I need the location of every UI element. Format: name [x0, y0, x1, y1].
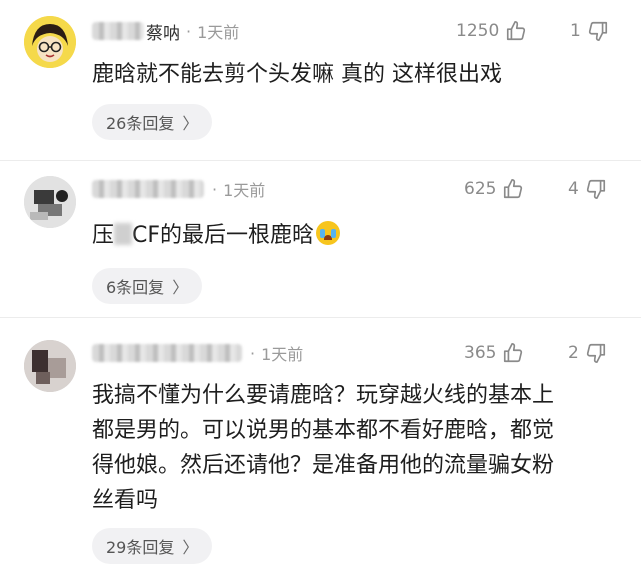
chevron-right-icon: 〉: [182, 114, 199, 133]
dislike-count: 1: [570, 21, 581, 41]
view-replies-button[interactable]: 26条回复 〉: [92, 104, 213, 140]
reply-count: 6条回复: [106, 278, 165, 297]
separator-dot: ·: [212, 179, 218, 199]
comment-2: · 1天前 625 4 压 CF的最后一根鹿晗 6条回复 〉: [0, 161, 641, 317]
dislike-button[interactable]: 2: [568, 340, 607, 366]
username[interactable]: 蔡呐: [146, 19, 180, 44]
like-button[interactable]: 365: [464, 340, 524, 366]
comment-text: 鹿晗就不能去剪个头发嘛 真的 这样很出戏: [92, 62, 502, 87]
separator-dot: ·: [186, 21, 192, 41]
comment-1: 蔡呐 · 1天前 1250 1 鹿晗就不能去剪个头发嘛 真的 这样很出戏 26条…: [0, 0, 641, 160]
reply-count: 29条回复: [106, 538, 175, 557]
thumbs-up-icon: [504, 179, 523, 199]
crying-face-emoji-icon: [316, 221, 341, 245]
thumbs-up-icon: [504, 343, 523, 363]
dislike-button[interactable]: 1: [570, 18, 609, 44]
like-count: 1250: [456, 21, 500, 41]
like-button[interactable]: 625: [464, 176, 524, 202]
separator-dot: ·: [250, 343, 256, 363]
thumbs-down-icon: [586, 179, 605, 199]
like-count: 365: [464, 343, 497, 363]
comment-meta: · 1天前: [92, 176, 265, 202]
dislike-count: 4: [568, 179, 579, 199]
comment-meta: 蔡呐 · 1天前: [92, 18, 239, 44]
avatar[interactable]: [24, 176, 76, 228]
comment-meta: · 1天前: [92, 340, 303, 366]
comment-text: 我搞不懂为什么要请鹿晗？玩穿越火线的基本上 都是男的。可以说男的基本都不看好鹿晗…: [92, 383, 555, 513]
comment-text-end: CF的最后一根鹿晗: [132, 223, 315, 248]
redacted-character: [114, 223, 133, 245]
thumbs-up-icon: [507, 21, 526, 41]
comment-text: 压 CF的最后一根鹿晗: [92, 218, 622, 253]
view-replies-button[interactable]: 29条回复 〉: [92, 528, 213, 564]
chevron-right-icon: 〉: [172, 278, 189, 297]
dislike-button[interactable]: 4: [568, 176, 607, 202]
chevron-right-icon: 〉: [182, 538, 199, 557]
thumbs-down-icon: [586, 343, 605, 363]
thumbs-down-icon: [588, 21, 607, 41]
timestamp: 1天前: [223, 181, 266, 200]
avatar[interactable]: [24, 340, 76, 392]
avatar[interactable]: [24, 16, 76, 68]
view-replies-button[interactable]: 6条回复 〉: [92, 268, 203, 304]
comment-3: · 1天前 365 2 我搞不懂为什么要请鹿晗？玩穿越火线的基本上 都是男的。可…: [0, 318, 641, 570]
timestamp: 1天前: [197, 23, 240, 42]
comment-text-start: 压: [92, 223, 115, 248]
like-count: 625: [464, 179, 497, 199]
timestamp: 1天前: [261, 345, 304, 364]
redacted-username: [92, 180, 204, 198]
redacted-username: [92, 22, 144, 40]
dislike-count: 2: [568, 343, 579, 363]
redacted-username: [92, 344, 242, 362]
reply-count: 26条回复: [106, 114, 175, 133]
like-button[interactable]: 1250: [456, 18, 527, 44]
